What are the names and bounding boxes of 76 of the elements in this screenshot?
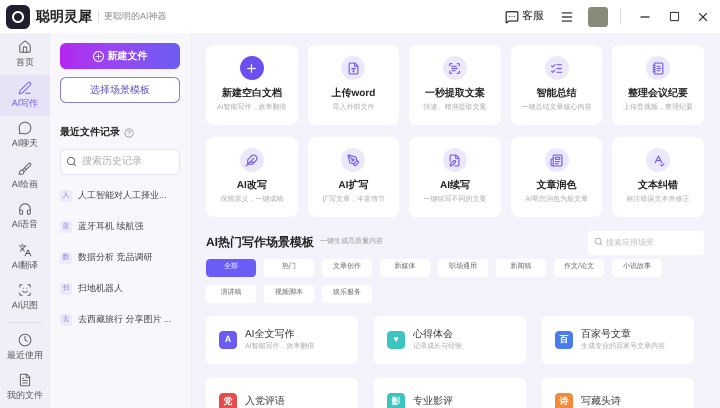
recent-files-title: 最近文件记录 [60, 126, 120, 140]
chat-bubble-icon [18, 121, 32, 136]
home-icon [18, 40, 32, 54]
nav-item[interactable]: AI语音 [0, 196, 50, 238]
headphones-icon [18, 202, 32, 216]
scan-text-icon [448, 62, 462, 75]
template-title: 专业影评 [413, 394, 453, 408]
template-card[interactable]: 党 入党评语 [206, 378, 358, 408]
tool-title: 新建空白文档 [222, 86, 282, 102]
recent-file-item[interactable]: 去西藏旅行 分享图片 ... [78, 313, 172, 327]
maximize-icon[interactable] [669, 11, 680, 22]
template-title: 百家号文章 [581, 328, 632, 342]
template-icon: 百 [555, 330, 573, 348]
section-title: AI热门写作场景模板 [206, 234, 314, 251]
recent-file-item[interactable]: 数据分析 竞品调研 [78, 251, 153, 265]
search-icon [66, 156, 77, 167]
recent-file-item[interactable]: 蓝牙耳机 续航强 [78, 220, 144, 234]
template-title: 写藏头诗 [581, 394, 621, 408]
plus-icon [245, 62, 258, 75]
spell-check-icon [652, 154, 665, 167]
chat-bubble-icon [505, 10, 519, 24]
customer-service-button[interactable]: 客服 [505, 8, 544, 25]
template-title: 心得体会 [413, 328, 454, 342]
template-icon: 党 [219, 392, 237, 408]
nav-item[interactable]: 最近使用 [0, 327, 50, 368]
search-icon [594, 237, 603, 246]
template-card[interactable]: 诗 写藏头诗 [542, 378, 694, 408]
tool-title: 文章润色 [536, 178, 577, 194]
help-icon[interactable] [124, 128, 134, 138]
app-slogan: 更聪明的AI神器 [98, 10, 167, 24]
template-select-button[interactable]: 选择场景模板 [60, 77, 180, 103]
tool-title: 上传word [331, 86, 376, 102]
nav-item[interactable]: AI识图 [0, 278, 50, 318]
history-search-field[interactable]: 搜索历史记录 [60, 148, 180, 174]
recent-file-item[interactable]: 扫地机器人 [78, 282, 123, 296]
recent-file-item[interactable]: 人工智能对人工择业... [78, 189, 167, 203]
scan-frame-icon [18, 283, 32, 298]
nav-item[interactable]: AI写作 [0, 75, 50, 116]
tool-title: AI扩写 [338, 178, 368, 194]
tool-title: AI改写 [236, 178, 267, 194]
tool-title: AI续写 [440, 178, 470, 194]
logo-icon [6, 4, 30, 28]
nav-item[interactable]: AI聊天 [0, 116, 50, 156]
pen-tool-icon [346, 154, 360, 167]
template-icon: ♥ [387, 330, 405, 348]
scene-search-field[interactable]: 搜索应用场景 [588, 230, 704, 254]
pen-icon [18, 80, 32, 95]
template-icon: A [219, 330, 237, 348]
brush-icon [18, 162, 32, 176]
word-document-icon [346, 62, 360, 75]
template-icon: 诗 [555, 392, 573, 408]
tool-title: 文本纠错 [638, 178, 678, 194]
list-icon [550, 62, 564, 75]
nav-item[interactable]: AI绘画 [0, 156, 50, 197]
avatar[interactable] [588, 6, 608, 26]
tool-title: 智能总结 [536, 86, 577, 102]
document-pen-icon [448, 154, 462, 167]
app-name: 聪明灵犀 [36, 7, 92, 26]
template-title: 入党评语 [245, 394, 285, 408]
translate-icon [18, 242, 32, 257]
tool-title: 一秒提取文案 [424, 86, 485, 102]
nav-item[interactable]: 首页 [0, 35, 50, 76]
notebook-icon [652, 62, 665, 75]
menu-icon[interactable] [560, 10, 574, 24]
nav-item[interactable]: AI翻译 [0, 237, 50, 278]
document-icon [18, 373, 32, 388]
plus-icon [92, 50, 104, 62]
clock-icon [18, 332, 32, 347]
template-card[interactable]: 影 专业影评 [374, 378, 526, 408]
newspaper-icon [550, 154, 564, 167]
template-title: AI全文写作 [245, 328, 296, 342]
tool-title: 整理会议纪要 [628, 86, 688, 102]
new-file-button[interactable]: 新建文件 [60, 43, 180, 69]
nav-item[interactable]: 我的文件 [0, 368, 50, 408]
template-icon: 影 [387, 392, 405, 408]
feather-icon [245, 154, 258, 167]
